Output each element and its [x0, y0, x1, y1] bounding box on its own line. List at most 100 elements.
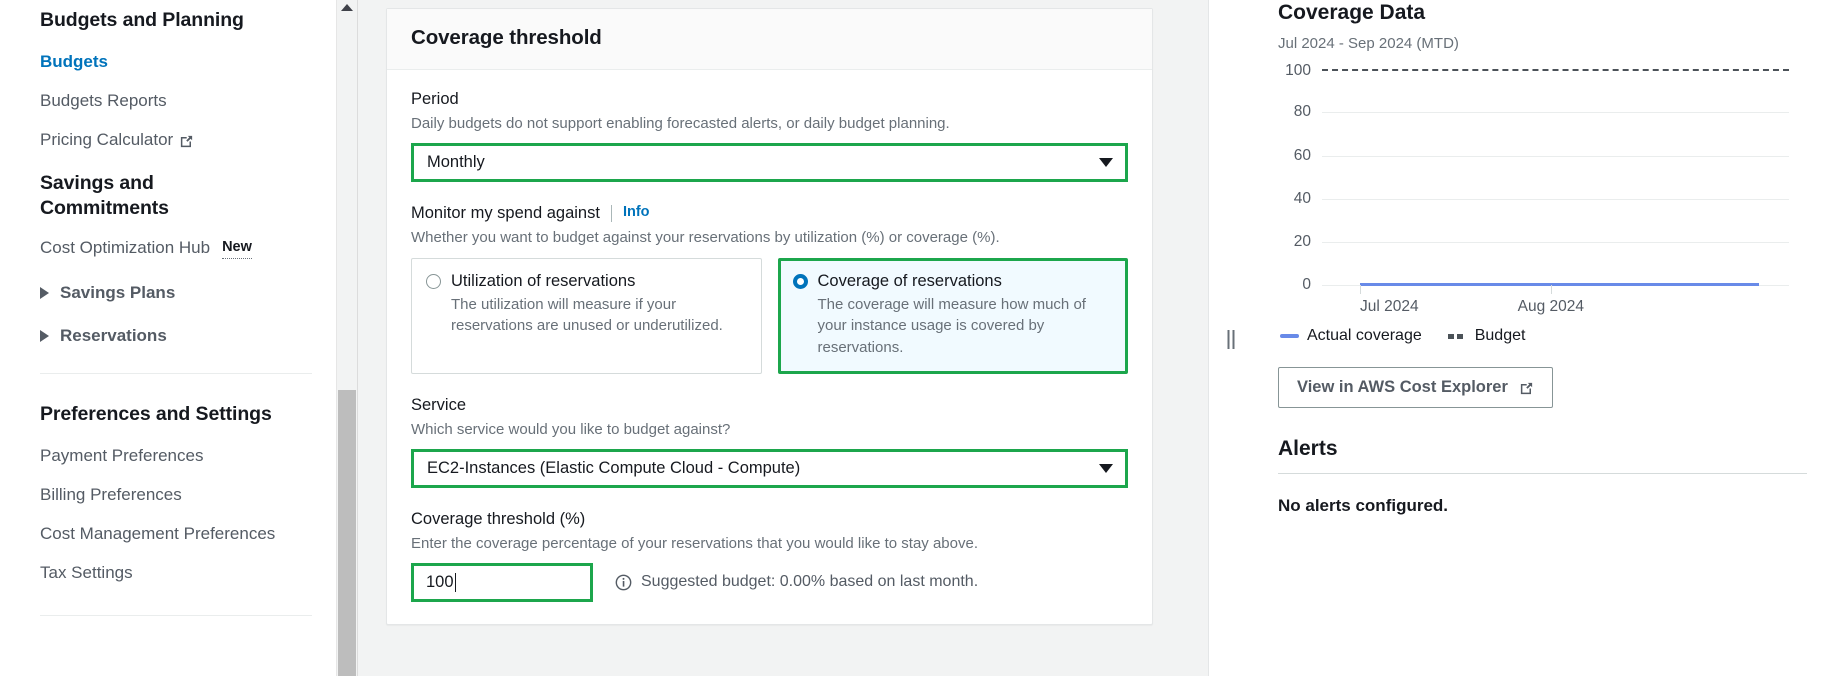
scrollbar-thumb[interactable]: [338, 390, 356, 676]
radio-description: The utilization will measure if your res…: [451, 295, 723, 335]
sidebar-group-title-savings-and-commitments: Savings and Commitments: [40, 172, 169, 220]
billing-budget-page: Budgets and Planning Budgets Budgets Rep…: [0, 0, 1843, 676]
page-scrollbar[interactable]: [336, 0, 358, 676]
sidebar-item-label: Cost Optimization Hub: [40, 238, 211, 258]
chevron-right-icon: [40, 330, 49, 343]
monitor-spend-description: Whether you want to budget against your …: [411, 229, 1000, 247]
y-axis-tick-0: 0: [1302, 276, 1311, 294]
x-axis-label-aug-2024: Aug 2024: [1517, 298, 1585, 316]
chevron-right-icon: [40, 287, 49, 300]
sidebar-item-budgets-reports[interactable]: Budgets Reports: [40, 90, 312, 112]
legend-dashed-line-icon: [1447, 333, 1467, 339]
sidebar-item-label: Budgets: [40, 51, 108, 71]
chevron-down-icon: [1099, 158, 1113, 168]
coverage-threshold-field: Coverage threshold (%) Enter the coverag…: [411, 508, 1128, 602]
sidebar-item-label: Budgets Reports: [40, 91, 167, 111]
coverage-threshold-card: Coverage threshold Period Daily budgets …: [386, 8, 1153, 625]
service-field: Service Which service would you like to …: [411, 394, 1128, 488]
external-link-icon: [1519, 381, 1534, 396]
gridline-20: 20: [1294, 233, 1789, 250]
coverage-threshold-label: Coverage threshold (%): [411, 509, 586, 528]
monitor-spend-field: Monitor my spend against Info Whether yo…: [411, 202, 1128, 374]
sidebar-item-label: Pricing Calculator: [40, 130, 174, 150]
chart-legend: Actual coverage Budget: [1278, 327, 1807, 345]
suggested-budget-text: Suggested budget: 0.00% based on last mo…: [641, 573, 979, 591]
monitor-spend-label: Monitor my spend against Info: [411, 202, 1128, 224]
y-axis-tick-60: 60: [1293, 146, 1311, 164]
coverage-data-panel: Coverage Data Jul 2024 - Sep 2024 (MTD) …: [1252, 0, 1843, 676]
gridline-40: 40: [1294, 190, 1789, 207]
panel-splitter[interactable]: [1208, 0, 1252, 676]
radio-card-coverage-of-reservations[interactable]: Coverage of reservations The coverage wi…: [777, 258, 1128, 374]
chevron-down-icon: [1099, 463, 1113, 473]
sidebar-item-label: Billing Preferences: [40, 485, 182, 505]
page-title: Coverage threshold: [411, 26, 602, 49]
coverage-data-title: Coverage Data: [1278, 1, 1426, 24]
monitor-spend-label-text: Monitor my spend against: [411, 204, 600, 223]
gridline-60: 60: [1294, 147, 1789, 164]
sidebar-item-budgets[interactable]: Budgets: [40, 51, 312, 73]
view-in-aws-cost-explorer-button[interactable]: View in AWS Cost Explorer: [1278, 367, 1553, 409]
sidebar-item-label: Tax Settings: [40, 563, 133, 583]
coverage-threshold-input-value: 100: [426, 572, 454, 591]
sidebar-item-label: Savings Plans: [60, 283, 176, 303]
service-select[interactable]: EC2-Instances (Elastic Compute Cloud - C…: [411, 448, 1128, 488]
radio-title: Coverage of reservations: [817, 272, 1002, 291]
sidebar-divider-bottom: [40, 614, 312, 616]
coverage-threshold-row: 100 Suggested budget: 0.00% based on las…: [411, 562, 1128, 602]
alerts-empty-message: No alerts configured.: [1278, 496, 1449, 516]
view-in-aws-cost-explorer-label: View in AWS Cost Explorer: [1297, 378, 1508, 397]
legend-item-budget[interactable]: Budget: [1447, 327, 1525, 345]
sidebar-item-cost-optimization-hub[interactable]: Cost Optimization Hub New: [40, 237, 312, 259]
alerts-title: Alerts: [1278, 437, 1338, 461]
new-badge: New: [222, 238, 252, 259]
text-cursor: [454, 572, 457, 592]
sidebar-group-title-budgets-and-planning: Budgets and Planning: [40, 9, 244, 31]
service-select-value: EC2-Instances (Elastic Compute Cloud - C…: [427, 458, 801, 477]
coverage-threshold-input[interactable]: 100: [411, 562, 593, 602]
sidebar-item-reservations[interactable]: Reservations: [40, 326, 312, 346]
sidebar-content-lower: Preferences and Settings Payment Prefere…: [0, 374, 336, 584]
sidebar-item-savings-plans[interactable]: Savings Plans: [40, 283, 312, 303]
splitter-drag-handle-icon[interactable]: [1227, 330, 1234, 349]
label-divider: [610, 204, 612, 222]
sidebar-content: Budgets and Planning Budgets Budgets Rep…: [0, 0, 336, 346]
x-axis-label-jul-2024: Jul 2024: [1360, 298, 1419, 316]
service-description: Which service would you like to budget a…: [411, 421, 731, 439]
period-select-value: Monthly: [427, 153, 485, 172]
scroll-up-arrow-icon[interactable]: [341, 4, 353, 11]
x-axis-tick-jul: [1360, 285, 1361, 295]
info-icon: [615, 574, 632, 591]
radio-title: Utilization of reservations: [451, 272, 636, 291]
y-axis-tick-100: 100: [1285, 62, 1311, 80]
radio-button-icon[interactable]: [426, 274, 441, 290]
period-field: Period Daily budgets do not support enab…: [411, 88, 1128, 183]
coverage-threshold-description: Enter the coverage percentage of your re…: [411, 535, 978, 553]
period-select[interactable]: Monthly: [411, 143, 1128, 183]
card-body: Period Daily budgets do not support enab…: [387, 70, 1152, 624]
suggested-budget-hint: Suggested budget: 0.00% based on last mo…: [615, 573, 978, 591]
sidebar-item-payment-preferences[interactable]: Payment Preferences: [40, 445, 312, 467]
legend-item-actual-coverage[interactable]: Actual coverage: [1280, 327, 1422, 345]
alerts-divider: [1278, 473, 1807, 475]
info-link[interactable]: Info: [623, 203, 650, 223]
sidebar-item-label: Cost Management Preferences: [40, 524, 276, 544]
series-actual-coverage-line: [1360, 283, 1759, 287]
main-content-area: Coverage threshold Period Daily budgets …: [358, 0, 1208, 676]
radio-card-utilization-of-reservations[interactable]: Utilization of reservations The utilizat…: [411, 258, 762, 374]
sidebar-item-billing-preferences[interactable]: Billing Preferences: [40, 484, 312, 506]
radio-head: Utilization of reservations: [426, 271, 747, 292]
gridline-80: 80: [1294, 103, 1789, 120]
coverage-data-date-range: Jul 2024 - Sep 2024 (MTD): [1278, 35, 1459, 53]
sidebar-item-cost-management-preferences[interactable]: Cost Management Preferences: [40, 523, 312, 545]
sidebar-group-title-preferences-and-settings: Preferences and Settings: [40, 403, 272, 426]
sidebar-item-pricing-calculator[interactable]: Pricing Calculator: [40, 129, 312, 151]
chart-plot-area: 0 20 40 60 80 100 Jul 2024 Aug 2024: [1285, 62, 1789, 315]
y-axis-tick-80: 80: [1293, 103, 1311, 121]
legend-solid-line-icon: [1280, 334, 1299, 339]
radio-button-selected-icon[interactable]: [792, 274, 808, 290]
left-navigation-sidebar: Budgets and Planning Budgets Budgets Rep…: [0, 0, 336, 676]
sidebar-item-label: Payment Preferences: [40, 446, 204, 466]
external-link-icon: [179, 134, 194, 149]
sidebar-item-tax-settings[interactable]: Tax Settings: [40, 562, 312, 584]
